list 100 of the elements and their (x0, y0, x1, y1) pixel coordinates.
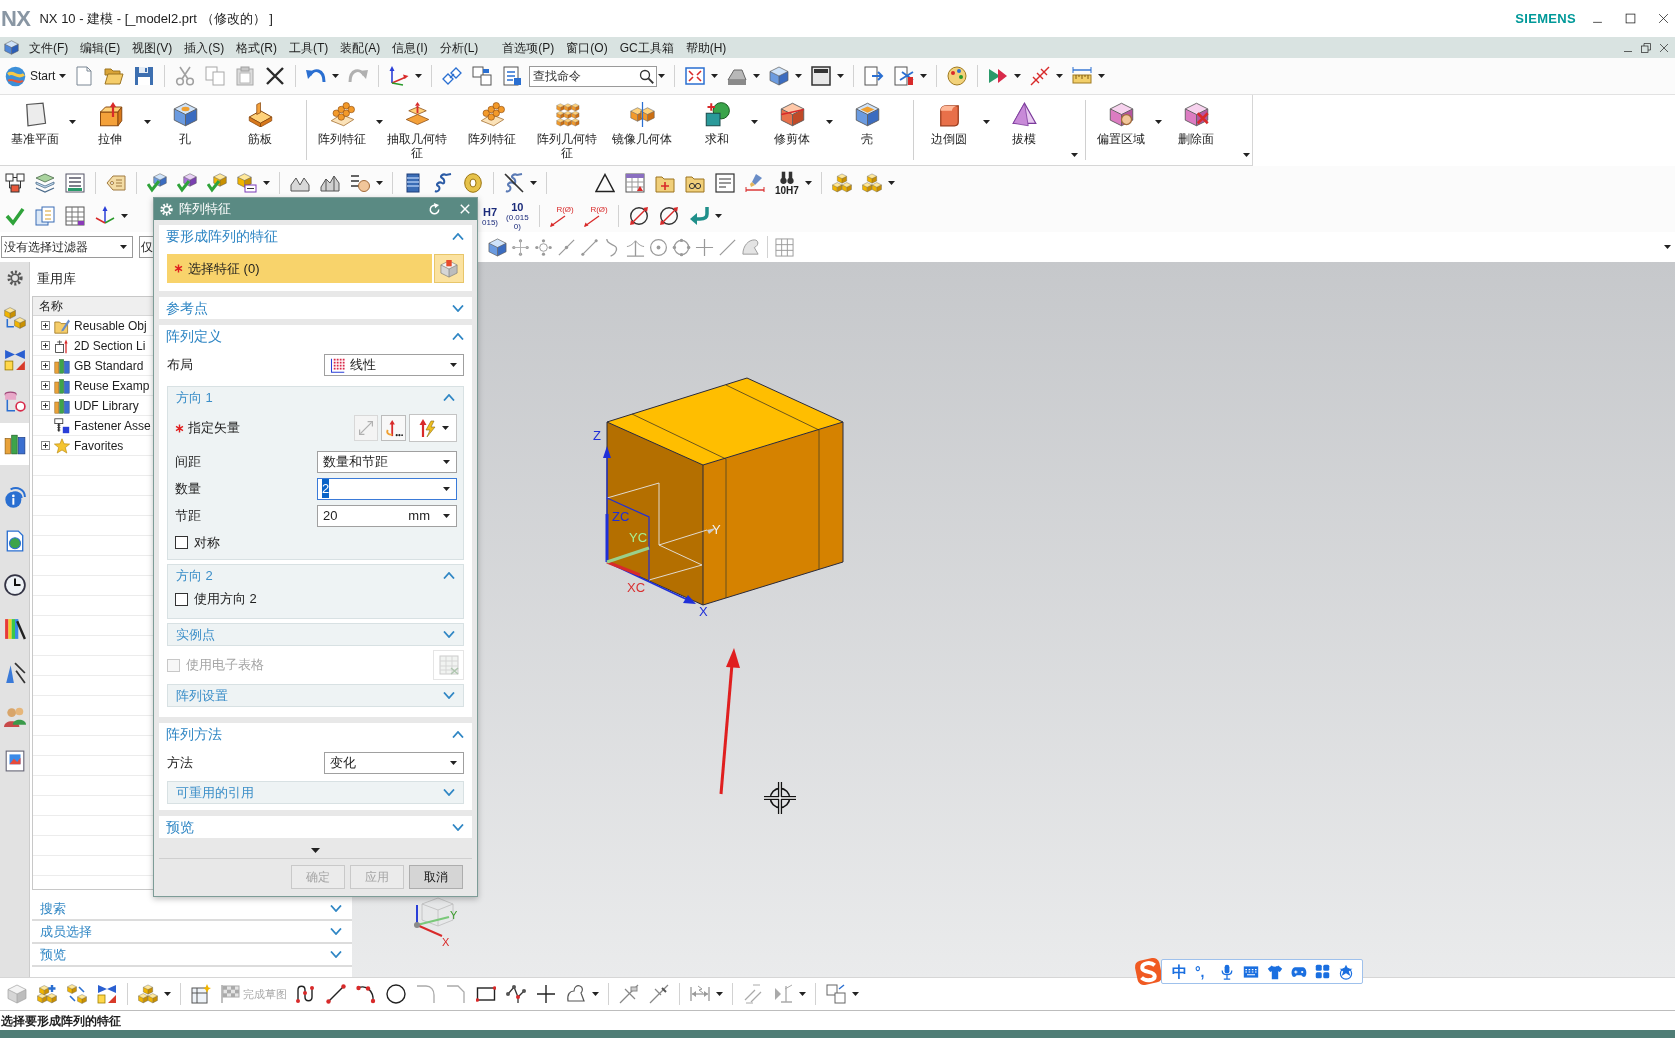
keyboard-icon[interactable] (1243, 963, 1259, 980)
close-icon[interactable] (1658, 13, 1669, 24)
expand-icon[interactable] (41, 361, 50, 370)
caret-icon[interactable] (795, 74, 803, 78)
caret-icon[interactable] (920, 74, 928, 78)
diamonds-icon[interactable] (442, 66, 463, 86)
ribbon-button[interactable]: 阵列特征 (460, 102, 524, 146)
tree-item[interactable]: Fastener Asse (74, 416, 151, 435)
diagonal-arrow-icon[interactable] (549, 215, 566, 227)
sheets-icon[interactable] (35, 206, 55, 226)
triangles-icon[interactable] (988, 66, 1009, 86)
caret-icon[interactable] (983, 120, 990, 124)
table-icon[interactable] (65, 206, 85, 226)
trim-icon[interactable] (649, 984, 669, 1004)
select-feature-button[interactable] (434, 254, 464, 283)
microphone-icon[interactable] (1219, 963, 1235, 980)
tag-icon[interactable] (106, 173, 126, 193)
document-icon[interactable] (502, 66, 523, 86)
layers-icon[interactable] (35, 173, 55, 193)
menu-item[interactable]: 工具(T) (283, 38, 335, 57)
shirt-icon[interactable] (1267, 963, 1283, 980)
document-icon[interactable] (715, 173, 735, 193)
resource-tab[interactable] (0, 423, 29, 465)
dimension-icon[interactable] (690, 984, 710, 1004)
menu-item[interactable]: GC工具箱 (613, 38, 680, 57)
tree-item[interactable]: GB Standard (74, 356, 144, 375)
caret-icon[interactable] (376, 120, 383, 124)
expand-icon[interactable] (41, 341, 50, 350)
snap-point-icon[interactable] (534, 237, 553, 257)
caret-icon[interactable] (658, 74, 666, 78)
section-header[interactable]: 参考点 (159, 297, 472, 319)
shaded-shape-icon[interactable] (727, 66, 748, 86)
dropdown[interactable]: 变化 (324, 752, 464, 774)
document-arrow-icon[interactable] (864, 66, 885, 86)
ribbon-button[interactable]: 筋板 (228, 102, 292, 146)
caret-icon[interactable] (164, 992, 171, 996)
caret-icon[interactable] (714, 214, 722, 218)
cubes-icon[interactable] (831, 173, 852, 193)
caret-icon[interactable] (837, 74, 845, 78)
checkbox[interactable] (175, 536, 188, 549)
caret-icon[interactable] (530, 181, 537, 185)
plus-icon[interactable] (536, 984, 556, 1004)
more-options-icon[interactable] (311, 847, 320, 853)
list-icon[interactable] (65, 173, 85, 193)
ruler-icon[interactable] (1072, 66, 1093, 86)
save-icon[interactable] (134, 66, 155, 86)
selection-step[interactable]: 选择特征 (0) (167, 254, 432, 283)
triangle-icon[interactable] (595, 173, 615, 193)
tree-item[interactable]: Favorites (74, 436, 124, 455)
cube-check-icon[interactable] (207, 173, 227, 193)
start-button[interactable]: Start (2, 65, 70, 87)
punctuation-toggle[interactable]: °, (1195, 963, 1211, 980)
caret-icon[interactable] (1056, 74, 1064, 78)
menu-item[interactable]: 插入(S) (178, 38, 231, 57)
caret-icon[interactable] (415, 74, 423, 78)
star-badge-icon[interactable] (1338, 963, 1354, 980)
binoculars-icon[interactable] (779, 170, 794, 185)
coil-icon[interactable] (403, 173, 423, 193)
search-icon[interactable] (639, 68, 655, 84)
squares-icon[interactable] (472, 66, 493, 86)
brush-icon[interactable] (745, 173, 765, 193)
s-logo-icon[interactable] (1133, 956, 1164, 987)
square-icon[interactable] (811, 66, 832, 86)
caret-icon[interactable] (332, 74, 340, 78)
ribbon-button[interactable]: 孔 (153, 102, 217, 146)
section-header[interactable]: 预览 (159, 816, 472, 838)
network-icon[interactable] (5, 173, 25, 193)
settings-icon[interactable] (6, 270, 23, 286)
cubes-icon[interactable] (138, 984, 158, 1004)
menu-item[interactable]: 窗口(O) (560, 38, 614, 57)
caret-icon[interactable] (852, 992, 859, 996)
menu-item[interactable]: 分析(L) (433, 38, 485, 57)
vector-type-button[interactable] (409, 414, 457, 442)
section-header[interactable]: 阵列定义 (159, 325, 472, 347)
menu-item[interactable]: 格式(R) (230, 38, 283, 57)
cube-icon[interactable] (4, 40, 19, 55)
sketch-icon[interactable] (191, 984, 211, 1004)
caret-icon[interactable] (1243, 153, 1250, 157)
reset-icon[interactable] (428, 202, 441, 216)
ribbon-button[interactable]: 阵列几何特征 (535, 102, 599, 160)
spring-icon[interactable] (433, 173, 453, 193)
pitch-field[interactable]: 20 mm (317, 504, 457, 527)
clipboard-icon[interactable] (235, 66, 256, 86)
section-header[interactable]: 要形成阵列的特征 (159, 225, 472, 247)
cubes-plus-icon[interactable] (37, 984, 57, 1004)
line-icon[interactable] (326, 984, 346, 1004)
expand-icon[interactable] (41, 381, 50, 390)
polyline-icon[interactable] (506, 984, 526, 1004)
box-model[interactable] (606, 377, 844, 606)
profile-icon[interactable] (296, 984, 316, 1004)
caret-icon[interactable] (753, 74, 761, 78)
caret-icon[interactable] (799, 992, 806, 996)
axes-icon[interactable] (95, 206, 115, 226)
spring-icon[interactable] (504, 173, 524, 193)
ribbon-button[interactable]: 抽取几何特征 (385, 102, 449, 160)
circle-center-icon[interactable] (649, 237, 668, 257)
ribbon-button[interactable]: 拉伸 (78, 102, 142, 146)
caret-icon[interactable] (263, 181, 270, 185)
caret-icon[interactable] (592, 992, 599, 996)
diameter-icon[interactable] (628, 206, 649, 226)
